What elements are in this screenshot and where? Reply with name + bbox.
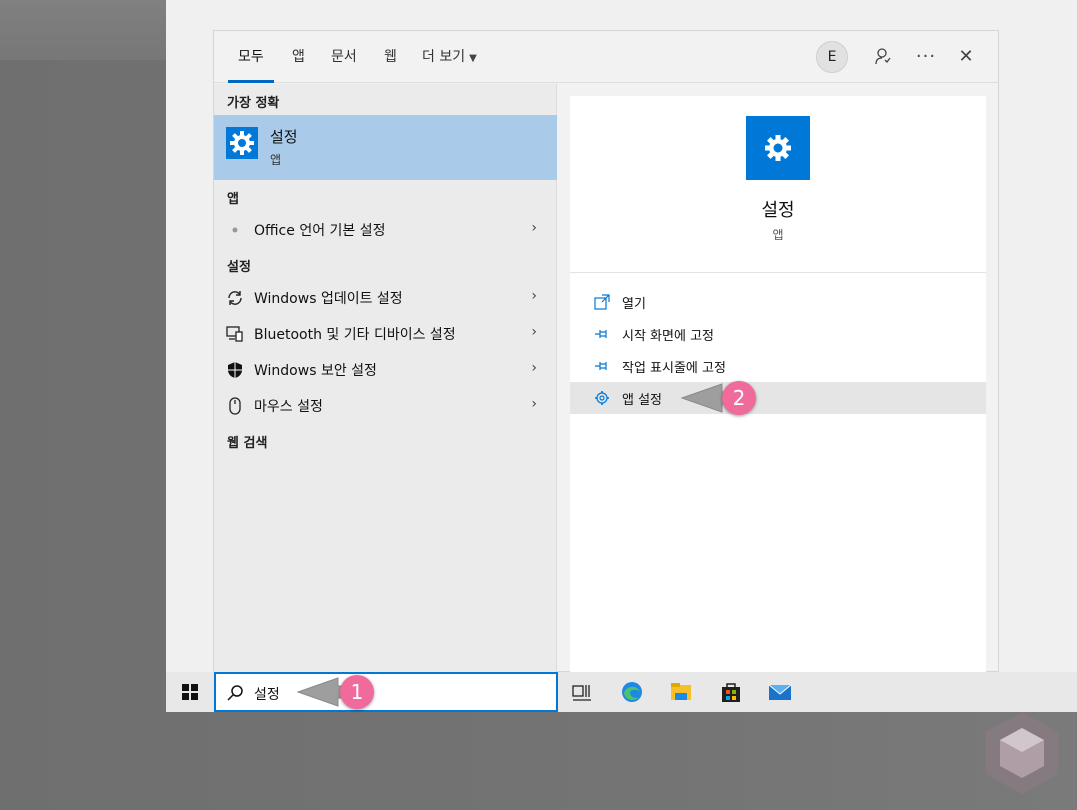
divider bbox=[570, 272, 986, 273]
gear-icon bbox=[594, 390, 610, 406]
refresh-icon bbox=[226, 289, 244, 307]
best-match-subtitle: 앱 bbox=[270, 153, 282, 167]
store-icon[interactable] bbox=[719, 680, 743, 704]
action-open[interactable]: 열기 bbox=[570, 286, 986, 318]
action-app-settings[interactable]: 앱 설정 bbox=[570, 382, 986, 414]
caret-down-icon: ▼ bbox=[469, 53, 477, 64]
task-view-icon[interactable] bbox=[570, 680, 594, 704]
detail-pane: 설정 앱 열기 시작 화면에 고정 작업 표시줄에 고정 앱 설정 bbox=[570, 96, 986, 672]
desktop-background bbox=[0, 0, 166, 60]
tab-web[interactable]: 웹 bbox=[384, 31, 397, 83]
tab-documents[interactable]: 문서 bbox=[331, 31, 357, 83]
callout-badge-1: 1 bbox=[340, 675, 374, 709]
best-match-header: 가장 정확 bbox=[227, 96, 280, 111]
search-panel: 모두 앱 문서 웹 더 보기 ▼ E ··· ✕ 가장 정확 설정 앱 앱 Off… bbox=[213, 30, 999, 672]
result-bluetooth[interactable]: Bluetooth 및 기타 디바이스 설정 › bbox=[214, 316, 557, 352]
chevron-right-icon: › bbox=[531, 288, 537, 304]
search-icon bbox=[226, 684, 244, 702]
result-office-language[interactable]: Office 언어 기본 설정 › bbox=[214, 212, 557, 248]
open-icon bbox=[594, 294, 610, 310]
close-icon[interactable]: ✕ bbox=[955, 46, 977, 68]
account-avatar[interactable]: E bbox=[816, 41, 848, 73]
feedback-icon[interactable] bbox=[871, 46, 893, 68]
mail-icon[interactable] bbox=[768, 680, 792, 704]
chevron-right-icon: › bbox=[531, 360, 537, 376]
results-list: 가장 정확 설정 앱 앱 Office 언어 기본 설정 › 설정 Window… bbox=[214, 84, 557, 672]
tab-apps[interactable]: 앱 bbox=[292, 31, 305, 83]
gear-icon bbox=[746, 116, 810, 180]
best-match-item[interactable]: 설정 앱 bbox=[214, 115, 557, 180]
edge-icon[interactable] bbox=[620, 680, 644, 704]
web-search-header: 웹 검색 bbox=[227, 436, 268, 451]
file-explorer-icon[interactable] bbox=[669, 680, 693, 704]
detail-title: 설정 bbox=[761, 200, 795, 221]
apps-header: 앱 bbox=[227, 192, 239, 207]
action-pin-start[interactable]: 시작 화면에 고정 bbox=[570, 318, 986, 350]
result-windows-security[interactable]: Windows 보안 설정 › bbox=[214, 352, 557, 388]
search-value: 설정 bbox=[254, 687, 280, 703]
result-windows-update[interactable]: Windows 업데이트 설정 › bbox=[214, 280, 557, 316]
shield-icon bbox=[226, 361, 244, 379]
search-tab-bar: 모두 앱 문서 웹 더 보기 ▼ E ··· ✕ bbox=[214, 31, 998, 83]
best-match-title: 설정 bbox=[270, 128, 298, 146]
mouse-icon bbox=[226, 397, 244, 415]
tab-all[interactable]: 모두 bbox=[228, 31, 274, 83]
chevron-right-icon: › bbox=[531, 220, 537, 236]
watermark-logo bbox=[986, 712, 1058, 794]
action-pin-taskbar[interactable]: 작업 표시줄에 고정 bbox=[570, 350, 986, 382]
office-icon bbox=[226, 221, 244, 239]
chevron-right-icon: › bbox=[531, 324, 537, 340]
detail-subtitle: 앱 bbox=[772, 228, 784, 242]
chevron-right-icon: › bbox=[531, 396, 537, 412]
pin-icon bbox=[594, 326, 610, 342]
settings-header: 설정 bbox=[227, 260, 251, 275]
devices-icon bbox=[226, 325, 244, 343]
tab-more[interactable]: 더 보기 ▼ bbox=[422, 31, 477, 83]
pin-icon bbox=[594, 358, 610, 374]
gear-icon bbox=[226, 127, 258, 159]
windows-start-icon[interactable] bbox=[182, 684, 198, 700]
callout-badge-2: 2 bbox=[722, 381, 756, 415]
taskbar-search-input[interactable]: 설정 bbox=[214, 672, 558, 712]
more-icon[interactable]: ··· bbox=[915, 46, 937, 68]
result-mouse[interactable]: 마우스 설정 › bbox=[214, 388, 557, 424]
